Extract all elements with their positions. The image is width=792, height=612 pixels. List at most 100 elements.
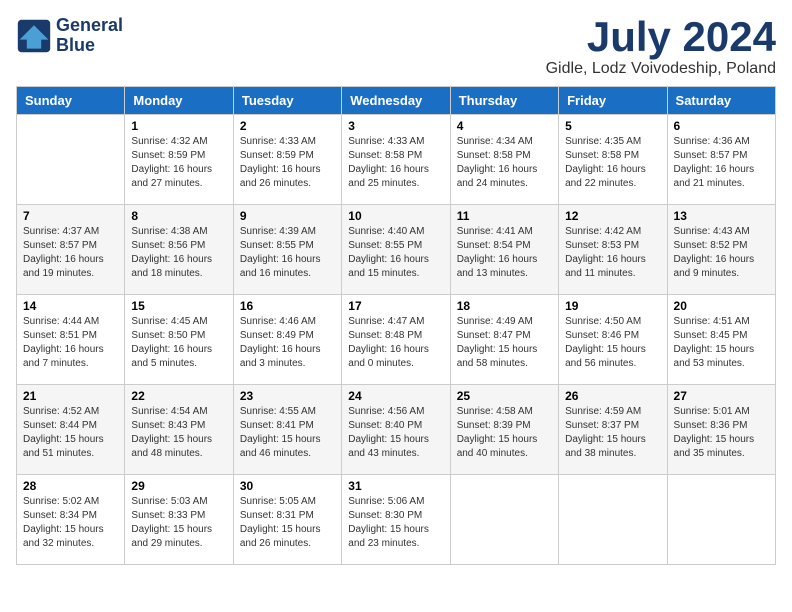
day-number: 11 <box>457 209 552 223</box>
calendar-week-4: 21 Sunrise: 4:52 AMSunset: 8:44 PMDayligh… <box>17 385 776 475</box>
column-header-wednesday: Wednesday <box>342 87 450 115</box>
calendar-cell: 3Sunrise: 4:33 AMSunset: 8:58 PMDaylight… <box>342 115 450 205</box>
day-info: Sunrise: 4:45 AMSunset: 8:50 PMDaylight:… <box>131 315 226 371</box>
day-number: 19 <box>565 299 660 313</box>
day-info: Sunrise: 4:32 AMSunset: 8:59 PMDaylight:… <box>131 135 226 191</box>
day-info: Sunrise: 4:51 AMSunset: 8:45 PMDaylight:… <box>674 315 769 371</box>
day-number: 20 <box>674 299 769 313</box>
calendar-cell <box>667 475 775 565</box>
day-info: Sunrise: 4:50 AMSunset: 8:46 PMDaylight:… <box>565 315 660 371</box>
day-number: 9 <box>240 209 335 223</box>
day-number: 28 <box>23 479 118 493</box>
day-number: 4 <box>457 119 552 133</box>
calendar-header-row: SundayMondayTuesdayWednesdayThursdayFrid… <box>17 87 776 115</box>
day-info: Sunrise: 4:47 AMSunset: 8:48 PMDaylight:… <box>348 315 443 371</box>
day-number: 24 <box>348 389 443 403</box>
calendar-cell: 31 Sunrise: 5:06 AMSunset: 8:30 PMDayligh… <box>342 475 450 565</box>
calendar-cell: 8 Sunrise: 4:38 AMSunset: 8:56 PMDaylight… <box>125 205 233 295</box>
day-number: 6 <box>674 119 769 133</box>
calendar-cell: 6 Sunrise: 4:36 AMSunset: 8:57 PMDaylight… <box>667 115 775 205</box>
calendar-cell: 4 Sunrise: 4:34 AMSunset: 8:58 PMDaylight… <box>450 115 558 205</box>
day-number: 22 <box>131 389 226 403</box>
location-subtitle: Gidle, Lodz Voivodeship, Poland <box>546 60 776 78</box>
column-header-friday: Friday <box>559 87 667 115</box>
day-number: 17 <box>348 299 443 313</box>
calendar-cell: 28 Sunrise: 5:02 AMSunset: 8:34 PMDayligh… <box>17 475 125 565</box>
calendar-cell: 29 Sunrise: 5:03 AMSunset: 8:33 PMDayligh… <box>125 475 233 565</box>
day-info: Sunrise: 4:58 AMSunset: 8:39 PMDaylight:… <box>457 405 552 461</box>
calendar-cell: 20 Sunrise: 4:51 AMSunset: 8:45 PMDayligh… <box>667 295 775 385</box>
day-number: 7 <box>23 209 118 223</box>
day-info: Sunrise: 4:55 AMSunset: 8:41 PMDaylight:… <box>240 405 335 461</box>
calendar-cell: 10Sunrise: 4:40 AMSunset: 8:55 PMDayligh… <box>342 205 450 295</box>
day-info: Sunrise: 5:02 AMSunset: 8:34 PMDaylight:… <box>23 495 118 551</box>
calendar-cell: 22 Sunrise: 4:54 AMSunset: 8:43 PMDayligh… <box>125 385 233 475</box>
day-number: 5 <box>565 119 660 133</box>
day-number: 31 <box>348 479 443 493</box>
day-number: 21 <box>23 389 118 403</box>
logo: General Blue <box>16 16 123 56</box>
day-number: 2 <box>240 119 335 133</box>
calendar-cell: 27Sunrise: 5:01 AMSunset: 8:36 PMDayligh… <box>667 385 775 475</box>
calendar-week-5: 28 Sunrise: 5:02 AMSunset: 8:34 PMDayligh… <box>17 475 776 565</box>
day-info: Sunrise: 4:52 AMSunset: 8:44 PMDaylight:… <box>23 405 118 461</box>
title-section: July 2024 Gidle, Lodz Voivodeship, Polan… <box>546 16 776 78</box>
day-info: Sunrise: 4:33 AMSunset: 8:58 PMDaylight:… <box>348 135 443 191</box>
day-number: 25 <box>457 389 552 403</box>
day-info: Sunrise: 4:41 AMSunset: 8:54 PMDaylight:… <box>457 225 552 281</box>
day-number: 29 <box>131 479 226 493</box>
calendar-cell: 9 Sunrise: 4:39 AMSunset: 8:55 PMDaylight… <box>233 205 341 295</box>
day-info: Sunrise: 4:42 AMSunset: 8:53 PMDaylight:… <box>565 225 660 281</box>
calendar-week-3: 14 Sunrise: 4:44 AMSunset: 8:51 PMDayligh… <box>17 295 776 385</box>
calendar-cell: 1 Sunrise: 4:32 AMSunset: 8:59 PMDaylight… <box>125 115 233 205</box>
calendar-table: SundayMondayTuesdayWednesdayThursdayFrid… <box>16 86 776 565</box>
day-info: Sunrise: 5:06 AMSunset: 8:30 PMDaylight:… <box>348 495 443 551</box>
calendar-cell: 17 Sunrise: 4:47 AMSunset: 8:48 PMDayligh… <box>342 295 450 385</box>
day-info: Sunrise: 4:34 AMSunset: 8:58 PMDaylight:… <box>457 135 552 191</box>
column-header-sunday: Sunday <box>17 87 125 115</box>
day-info: Sunrise: 4:59 AMSunset: 8:37 PMDaylight:… <box>565 405 660 461</box>
calendar-cell: 19 Sunrise: 4:50 AMSunset: 8:46 PMDayligh… <box>559 295 667 385</box>
day-number: 13 <box>674 209 769 223</box>
day-info: Sunrise: 4:37 AMSunset: 8:57 PMDaylight:… <box>23 225 118 281</box>
calendar-cell: 7 Sunrise: 4:37 AMSunset: 8:57 PMDaylight… <box>17 205 125 295</box>
calendar-cell: 12 Sunrise: 4:42 AMSunset: 8:53 PMDayligh… <box>559 205 667 295</box>
calendar-cell: 16 Sunrise: 4:46 AMSunset: 8:49 PMDayligh… <box>233 295 341 385</box>
day-info: Sunrise: 4:46 AMSunset: 8:49 PMDaylight:… <box>240 315 335 371</box>
day-info: Sunrise: 5:03 AMSunset: 8:33 PMDaylight:… <box>131 495 226 551</box>
day-info: Sunrise: 5:05 AMSunset: 8:31 PMDaylight:… <box>240 495 335 551</box>
day-number: 30 <box>240 479 335 493</box>
calendar-cell <box>450 475 558 565</box>
day-number: 8 <box>131 209 226 223</box>
day-info: Sunrise: 4:43 AMSunset: 8:52 PMDaylight:… <box>674 225 769 281</box>
day-number: 12 <box>565 209 660 223</box>
calendar-cell: 21 Sunrise: 4:52 AMSunset: 8:44 PMDayligh… <box>17 385 125 475</box>
day-info: Sunrise: 4:39 AMSunset: 8:55 PMDaylight:… <box>240 225 335 281</box>
day-number: 18 <box>457 299 552 313</box>
calendar-cell: 13 Sunrise: 4:43 AMSunset: 8:52 PMDayligh… <box>667 205 775 295</box>
column-header-tuesday: Tuesday <box>233 87 341 115</box>
calendar-cell: 24 Sunrise: 4:56 AMSunset: 8:40 PMDayligh… <box>342 385 450 475</box>
column-header-thursday: Thursday <box>450 87 558 115</box>
day-number: 26 <box>565 389 660 403</box>
day-info: Sunrise: 4:56 AMSunset: 8:40 PMDaylight:… <box>348 405 443 461</box>
day-number: 14 <box>23 299 118 313</box>
day-info: Sunrise: 4:44 AMSunset: 8:51 PMDaylight:… <box>23 315 118 371</box>
day-info: Sunrise: 4:35 AMSunset: 8:58 PMDaylight:… <box>565 135 660 191</box>
calendar-week-1: 1 Sunrise: 4:32 AMSunset: 8:59 PMDaylight… <box>17 115 776 205</box>
calendar-cell: 5 Sunrise: 4:35 AMSunset: 8:58 PMDaylight… <box>559 115 667 205</box>
day-info: Sunrise: 4:38 AMSunset: 8:56 PMDaylight:… <box>131 225 226 281</box>
day-number: 23 <box>240 389 335 403</box>
day-number: 1 <box>131 119 226 133</box>
day-number: 16 <box>240 299 335 313</box>
day-info: Sunrise: 4:54 AMSunset: 8:43 PMDaylight:… <box>131 405 226 461</box>
day-info: Sunrise: 4:36 AMSunset: 8:57 PMDaylight:… <box>674 135 769 191</box>
calendar-week-2: 7 Sunrise: 4:37 AMSunset: 8:57 PMDaylight… <box>17 205 776 295</box>
day-info: Sunrise: 4:49 AMSunset: 8:47 PMDaylight:… <box>457 315 552 371</box>
page-header: General Blue July 2024 Gidle, Lodz Voivo… <box>16 16 776 78</box>
calendar-cell: 14 Sunrise: 4:44 AMSunset: 8:51 PMDayligh… <box>17 295 125 385</box>
calendar-cell: 25 Sunrise: 4:58 AMSunset: 8:39 PMDayligh… <box>450 385 558 475</box>
column-header-saturday: Saturday <box>667 87 775 115</box>
calendar-cell: 23 Sunrise: 4:55 AMSunset: 8:41 PMDayligh… <box>233 385 341 475</box>
day-info: Sunrise: 4:40 AMSunset: 8:55 PMDaylight:… <box>348 225 443 281</box>
